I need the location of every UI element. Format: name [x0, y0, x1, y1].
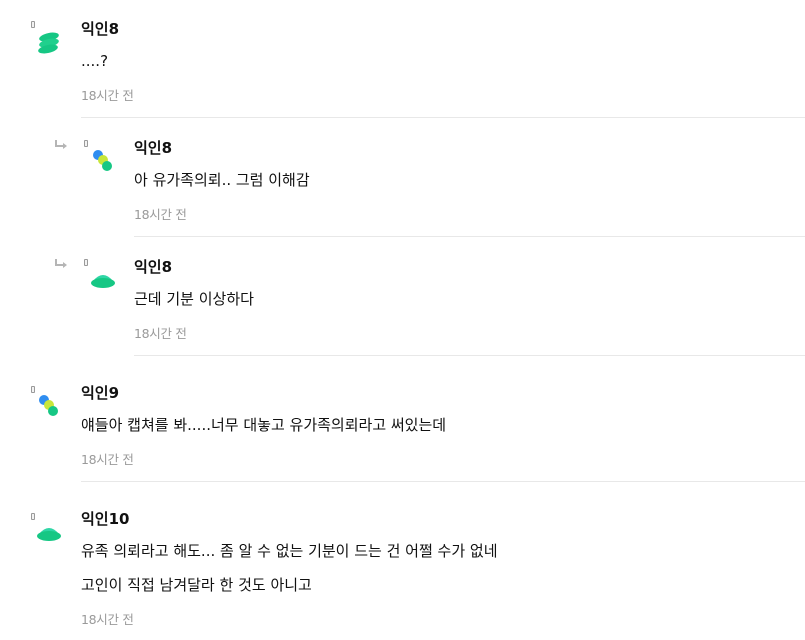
comment-item: 익인10 유족 의뢰라고 해도... 좀 알 수 없는 기분이 드는 건 어쩔 … — [0, 492, 805, 640]
comment-author[interactable]: 익인8 — [134, 258, 172, 276]
user-badge-icon — [31, 513, 35, 520]
comment-author[interactable]: 익인8 — [134, 139, 172, 157]
comment-author[interactable]: 익인10 — [81, 510, 129, 528]
comment-text: 얘들아 캡쳐를 봐.....너무 대놓고 유가족의뢰라고 써있는데 — [81, 416, 447, 434]
reply-arrow-icon — [55, 140, 67, 149]
comment-item: 익인9 얘들아 캡쳐를 봐.....너무 대놓고 유가족의뢰라고 써있는데 18… — [0, 365, 805, 483]
divider — [134, 236, 805, 237]
comment-author[interactable]: 익인9 — [81, 384, 119, 402]
green-dome-icon[interactable] — [90, 267, 116, 293]
green-blue-dots-icon[interactable] — [36, 393, 62, 419]
comment-timestamp: 18시간 전 — [81, 452, 134, 467]
comment-timestamp: 18시간 전 — [134, 326, 187, 341]
comment-text: ....? — [81, 52, 109, 70]
divider — [134, 355, 805, 356]
green-dome-icon[interactable] — [36, 520, 62, 546]
comment-text: 근데 기분 이상하다 — [134, 290, 254, 308]
user-badge-icon — [31, 21, 35, 28]
comment-timestamp: 18시간 전 — [134, 207, 187, 222]
reply-comment-item: 익인8 근데 기분 이상하다 18시간 전 — [0, 239, 805, 357]
user-badge-icon — [84, 259, 88, 266]
comment-timestamp: 18시간 전 — [81, 88, 134, 103]
comment-timestamp: 18시간 전 — [81, 612, 134, 627]
comment-item: 익인8 ....? 18시간 전 — [0, 0, 805, 118]
divider — [81, 481, 805, 482]
reply-arrow-icon — [55, 259, 67, 268]
comment-text: 고인이 직접 남겨달라 한 것도 아니고 — [81, 576, 312, 594]
green-stack-icon[interactable] — [36, 30, 62, 56]
comment-author[interactable]: 익인8 — [81, 20, 119, 38]
green-blue-dots-icon[interactable] — [90, 148, 116, 174]
user-badge-icon — [84, 140, 88, 147]
divider — [81, 117, 805, 118]
comment-text: 유족 의뢰라고 해도... 좀 알 수 없는 기분이 드는 건 어쩔 수가 없네 — [81, 542, 498, 560]
comment-text: 아 유가족의뢰.. 그럼 이해감 — [134, 171, 310, 189]
user-badge-icon — [31, 386, 35, 393]
reply-comment-item: 익인8 아 유가족의뢰.. 그럼 이해감 18시간 전 — [0, 120, 805, 238]
